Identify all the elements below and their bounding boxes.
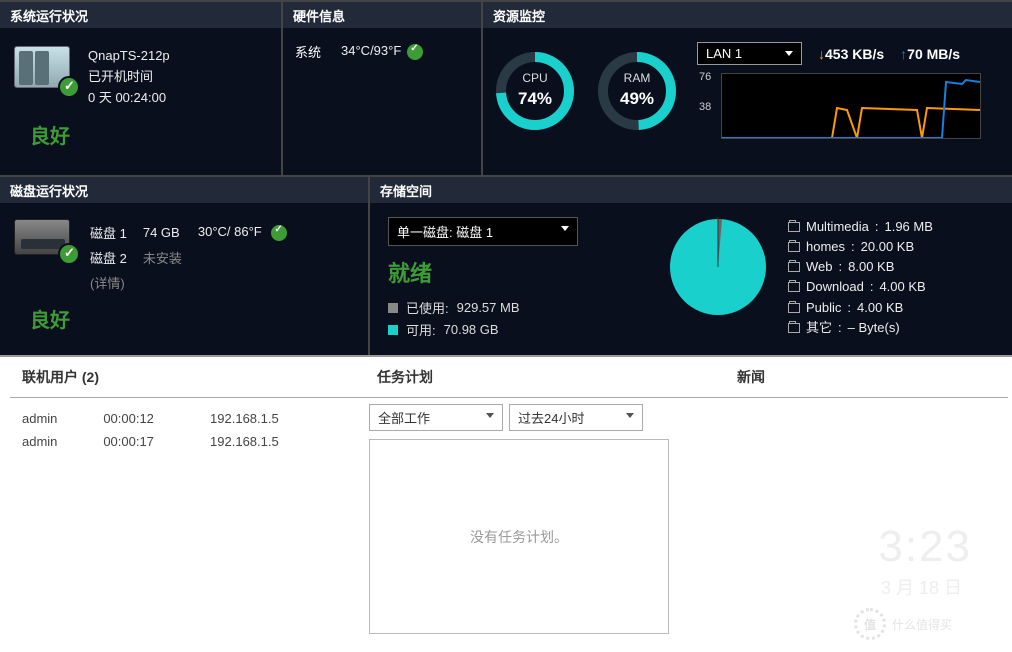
- hardware-card: 硬件信息 系统 34°C/93°F: [283, 2, 483, 175]
- disk-name: 磁盘 1: [90, 221, 141, 244]
- folder-item: Public: 4.00 KB: [788, 298, 994, 318]
- folder-item: Multimedia: 1.96 MB: [788, 217, 994, 237]
- system-status-text: 良好: [0, 114, 281, 149]
- user-time: 00:00:12: [97, 408, 202, 429]
- user-ip: 192.168.1.5: [204, 431, 339, 452]
- folder-item: 其它: – Byte(s): [788, 318, 994, 338]
- avail-swatch: [388, 325, 398, 335]
- user-row: admin00:00:17192.168.1.5: [16, 431, 339, 452]
- folder-icon: [788, 303, 800, 313]
- storage-volume-select[interactable]: 单一磁盘: 磁盘 1: [388, 217, 578, 246]
- hardware-title: 硬件信息: [283, 2, 481, 28]
- tasks-title: 任务计划: [369, 367, 701, 396]
- disk-row: 磁盘 1 74 GB 30°C/ 86°F: [90, 221, 301, 244]
- disk-size: 未安装: [143, 246, 196, 269]
- used-swatch: [388, 303, 398, 313]
- user-time: 00:00:17: [97, 431, 202, 452]
- folder-icon: [788, 262, 800, 272]
- status-ok-icon: [407, 44, 423, 60]
- chevron-down-icon: [486, 413, 494, 418]
- disk-size: 74 GB: [143, 221, 196, 244]
- folder-icon: [788, 222, 800, 232]
- download-speed: 453 KB/s: [825, 46, 884, 62]
- tasks-panel: 任务计划 全部工作 过去24小时 没有任务计划。: [355, 357, 715, 650]
- nas-icon: [14, 46, 74, 92]
- disk-status-card: 磁盘运行状况 磁盘 1 74 GB 30°C/ 86°F 磁盘 2: [0, 177, 370, 355]
- avail-value: 70.98 GB: [444, 322, 499, 337]
- disk-status-title: 磁盘运行状况: [0, 177, 368, 203]
- storage-card: 存储空间 单一磁盘: 磁盘 1 就绪 已使用: 929.57 MB 可用: 70…: [370, 177, 1012, 355]
- user-row: admin00:00:12192.168.1.5: [16, 408, 339, 429]
- task-list-empty: 没有任务计划。: [369, 439, 669, 634]
- system-status-card: 系统运行状况 QnapTS-212p 已开机时间 0 天 00:24:00 良好: [0, 2, 283, 175]
- avail-label: 可用:: [406, 320, 436, 339]
- system-status-title: 系统运行状况: [0, 2, 281, 28]
- upload-speed: 70 MB/s: [907, 46, 960, 62]
- ram-label: RAM: [595, 71, 679, 85]
- folder-icon: [788, 323, 800, 333]
- disk-icon: [14, 219, 74, 259]
- uptime-value: 0 天 00:24:00: [88, 88, 170, 109]
- folder-list: Multimedia: 1.96 MB homes: 20.00 KB Web:…: [788, 217, 994, 342]
- folder-item: Web: 8.00 KB: [788, 257, 994, 277]
- status-ok-icon: [58, 76, 80, 98]
- folder-icon: [788, 242, 800, 252]
- task-filter-range-label: 过去24小时: [518, 411, 584, 426]
- chevron-down-icon: [785, 51, 793, 56]
- cpu-label: CPU: [493, 71, 577, 85]
- storage-title: 存储空间: [370, 177, 1012, 203]
- user-name: admin: [16, 408, 95, 429]
- used-value: 929.57 MB: [457, 300, 520, 315]
- graph-tick-lo: 38: [699, 101, 711, 113]
- news-title: 新闻: [729, 367, 998, 396]
- disk-temp: 30°C/ 86°F: [198, 224, 262, 239]
- user-name: admin: [16, 431, 95, 452]
- ram-pct: 49%: [595, 89, 679, 109]
- nas-model: QnapTS-212p: [88, 46, 170, 67]
- status-ok-icon: [271, 225, 287, 241]
- disk-name: 磁盘 2: [90, 246, 141, 269]
- lan-select[interactable]: LAN 1: [697, 42, 802, 65]
- hardware-temp: 34°C/93°F: [341, 43, 401, 58]
- used-label: 已使用:: [406, 298, 449, 317]
- graph-tick-hi: 76: [699, 71, 711, 83]
- disk-row: 磁盘 2 未安装: [90, 246, 301, 269]
- uptime-label: 已开机时间: [88, 67, 170, 88]
- storage-ready: 就绪: [388, 256, 648, 288]
- watermark-brand: 值什么值得买: [854, 604, 994, 644]
- folder-item: homes: 20.00 KB: [788, 237, 994, 257]
- storage-pie: [668, 217, 768, 317]
- status-ok-icon: [58, 243, 80, 265]
- ram-donut: RAM 49%: [595, 49, 679, 133]
- chevron-down-icon: [561, 226, 569, 231]
- disk-details-link[interactable]: (详情): [90, 271, 141, 294]
- chevron-down-icon: [626, 413, 634, 418]
- download-arrow-icon: ↓: [818, 46, 825, 62]
- folder-icon: [788, 282, 800, 292]
- task-filter-type-label: 全部工作: [378, 411, 430, 426]
- resource-title: 资源监控: [483, 2, 1012, 28]
- online-users-title: 联机用户 (2): [14, 367, 341, 396]
- cpu-pct: 74%: [493, 89, 577, 109]
- cpu-donut: CPU 74%: [493, 49, 577, 133]
- task-filter-type[interactable]: 全部工作: [369, 404, 503, 431]
- online-users-panel: 联机用户 (2) admin00:00:12192.168.1.5 admin0…: [0, 357, 355, 650]
- storage-selected-label: 单一磁盘: 磁盘 1: [397, 225, 493, 240]
- resource-monitor-card: 资源监控 CPU 74% RAM 49% LAN 1: [483, 2, 1012, 175]
- network-graph: [721, 73, 981, 139]
- hardware-row-label: 系统: [295, 42, 321, 61]
- folder-item: Download: 4.00 KB: [788, 277, 994, 297]
- task-filter-range[interactable]: 过去24小时: [509, 404, 643, 431]
- user-ip: 192.168.1.5: [204, 408, 339, 429]
- disk-status-text: 良好: [0, 298, 368, 333]
- lan-selected-label: LAN 1: [706, 46, 742, 61]
